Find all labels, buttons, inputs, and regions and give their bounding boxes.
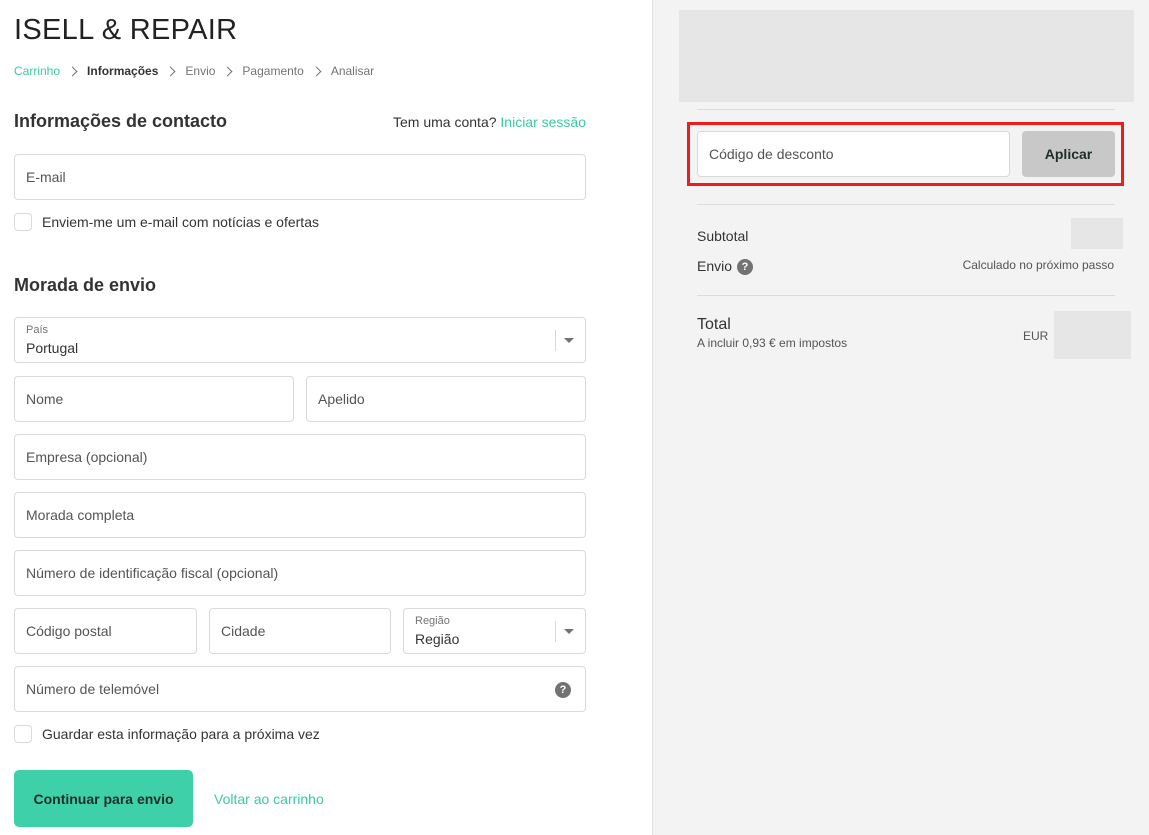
tax-note: A incluir 0,93 € em impostos	[697, 336, 848, 350]
subtotal-label: Subtotal	[697, 228, 749, 244]
postal-code-input[interactable]	[15, 609, 196, 653]
breadcrumb-review: Analisar	[330, 64, 375, 78]
company-field[interactable]	[14, 434, 586, 480]
discount-code-field[interactable]	[697, 131, 1010, 177]
total-value-placeholder	[1054, 311, 1131, 359]
shipping-note: Calculado no próximo passo	[962, 258, 1114, 272]
chevron-right-icon	[311, 66, 322, 76]
country-select-value: Portugal	[26, 340, 79, 356]
tax-id-field[interactable]	[14, 550, 586, 596]
account-prompt: Tem uma conta? Iniciar sessão	[393, 114, 586, 130]
summary-divider	[697, 109, 1115, 110]
email-field[interactable]	[14, 154, 586, 200]
postal-code-field[interactable]	[14, 608, 197, 654]
address-input[interactable]	[15, 493, 585, 537]
country-select[interactable]: País Portugal	[14, 317, 586, 363]
region-select[interactable]: Região Região	[403, 608, 586, 654]
city-field[interactable]	[209, 608, 391, 654]
company-input[interactable]	[15, 435, 585, 479]
select-divider	[555, 330, 556, 351]
last-name-field[interactable]	[306, 376, 586, 422]
newsletter-option[interactable]: Enviem-me um e-mail com notícias e ofert…	[14, 213, 319, 231]
caret-down-icon	[564, 338, 574, 343]
continue-to-shipping-button[interactable]: Continuar para envio	[14, 770, 193, 827]
shipping-section-title: Morada de envio	[14, 275, 157, 295]
account-prompt-text: Tem uma conta?	[393, 114, 497, 130]
save-info-label: Guardar esta informação para a próxima v…	[42, 726, 320, 742]
checkout-main: ISELL & REPAIR Carrinho Informações Envi…	[0, 0, 652, 835]
breadcrumb-shipping: Envio	[185, 64, 216, 78]
country-select-label: País	[26, 324, 49, 336]
phone-field[interactable]: ?	[14, 666, 586, 712]
contact-section-title: Informações de contacto	[14, 111, 228, 131]
summary-divider	[697, 295, 1115, 296]
chevron-right-icon	[67, 66, 78, 76]
breadcrumb-information: Informações	[87, 64, 159, 78]
question-circle-icon[interactable]: ?	[737, 259, 753, 275]
chevron-right-icon	[222, 66, 233, 76]
email-input[interactable]	[15, 155, 585, 199]
city-input[interactable]	[210, 609, 390, 653]
shipping-label: Envio	[697, 258, 733, 274]
chevron-right-icon	[165, 66, 176, 76]
breadcrumb: Carrinho Informações Envio Pagamento Ana…	[14, 64, 374, 78]
breadcrumb-payment: Pagamento	[242, 64, 304, 78]
apply-discount-button[interactable]: Aplicar	[1022, 131, 1115, 177]
login-link[interactable]: Iniciar sessão	[500, 114, 586, 130]
question-circle-icon[interactable]: ?	[555, 682, 571, 698]
breadcrumb-cart[interactable]: Carrinho	[14, 64, 60, 78]
tax-id-input[interactable]	[15, 551, 585, 595]
region-select-value: Região	[415, 631, 460, 647]
newsletter-label: Enviem-me um e-mail com notícias e ofert…	[42, 214, 319, 230]
first-name-field[interactable]	[14, 376, 294, 422]
save-info-checkbox[interactable]	[14, 725, 32, 743]
total-label: Total	[697, 316, 731, 333]
save-info-option[interactable]: Guardar esta informação para a próxima v…	[14, 725, 320, 743]
caret-down-icon	[564, 629, 574, 634]
select-divider	[555, 621, 556, 642]
address-field[interactable]	[14, 492, 586, 538]
subtotal-value-placeholder	[1071, 218, 1123, 249]
summary-divider	[697, 204, 1115, 205]
first-name-input[interactable]	[15, 377, 293, 421]
discount-code-input[interactable]	[698, 132, 1009, 176]
order-summary: Aplicar Subtotal Envio ? Calculado no pr…	[652, 0, 1149, 835]
product-list-placeholder	[679, 10, 1134, 102]
back-to-cart-link[interactable]: Voltar ao carrinho	[214, 791, 324, 807]
region-select-label: Região	[415, 615, 450, 627]
last-name-input[interactable]	[307, 377, 585, 421]
store-logo[interactable]: ISELL & REPAIR	[14, 14, 237, 47]
currency-code: EUR	[1023, 329, 1049, 343]
phone-input[interactable]	[15, 667, 585, 711]
newsletter-checkbox[interactable]	[14, 213, 32, 231]
